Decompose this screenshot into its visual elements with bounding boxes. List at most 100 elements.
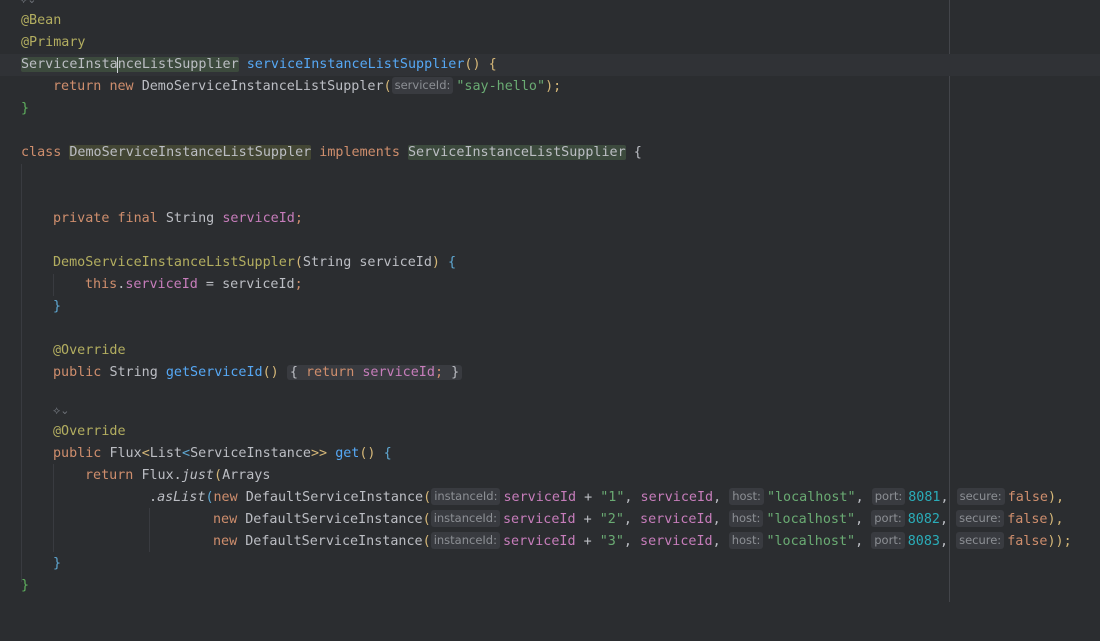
- field-name: serviceId: [362, 365, 435, 380]
- parens: (): [464, 57, 481, 72]
- method-name: getServiceId: [165, 365, 263, 380]
- paren: );: [545, 79, 562, 94]
- brace: }: [53, 299, 62, 314]
- type-name: DefaultServiceInstance: [245, 512, 423, 527]
- code-line[interactable]: @Override: [0, 421, 1100, 443]
- code-line[interactable]: @Primary: [0, 32, 1100, 54]
- number-literal: 8083: [907, 534, 940, 549]
- code-line[interactable]: }: [0, 98, 1100, 120]
- operator: +: [575, 512, 600, 527]
- angle: <: [141, 446, 150, 461]
- parameter-hint: secure:: [956, 532, 1005, 549]
- parameter-hint: instanceId:: [430, 532, 500, 549]
- paren: (: [383, 79, 392, 94]
- keyword: return: [53, 79, 102, 94]
- code-line[interactable]: class DemoServiceInstanceListSuppler imp…: [0, 142, 1100, 164]
- keyword: class: [21, 145, 62, 160]
- type-name: Arrays: [222, 468, 271, 483]
- comma: ,: [855, 490, 872, 505]
- paren: (: [294, 255, 303, 270]
- parameter-hint: port:: [871, 510, 905, 527]
- keyword: false: [1007, 490, 1048, 505]
- code-line[interactable]: }: [0, 575, 1100, 597]
- brace: {: [633, 145, 642, 160]
- keyword: final: [117, 211, 158, 226]
- code-line[interactable]: public Flux<List<ServiceInstance>> get()…: [0, 443, 1100, 465]
- code-line[interactable]: @Bean: [0, 10, 1100, 32]
- parameter-hint: serviceId:: [391, 77, 454, 94]
- angle: <: [182, 446, 191, 461]
- method-name: get: [335, 446, 360, 461]
- string-literal: "localhost": [766, 512, 856, 527]
- text-caret: [117, 57, 118, 73]
- keyword: false: [1007, 534, 1048, 549]
- comma: ,: [713, 490, 730, 505]
- code-editor[interactable]: ⟡⌄ ⟡⌄ @Bean @Primary ServiceInstanceList…: [0, 0, 1100, 602]
- code-line[interactable]: public String getServiceId() { return se…: [0, 362, 1100, 384]
- code-line[interactable]: }: [0, 296, 1100, 318]
- operator: +: [575, 534, 600, 549]
- number-literal: 8081: [908, 490, 941, 505]
- keyword: implements: [319, 145, 400, 160]
- parens: (): [262, 365, 279, 380]
- comma: ,: [855, 512, 872, 527]
- parameter-name: serviceId: [222, 277, 295, 292]
- comma: ,: [623, 512, 641, 527]
- parameter-hint: port:: [871, 488, 906, 505]
- class-name: DemoServiceInstanceListSuppler: [69, 145, 312, 160]
- type-name: DefaultServiceInstance: [245, 534, 423, 549]
- paren: (: [422, 534, 431, 549]
- code-line[interactable]: new DefaultServiceInstance(instanceId: se…: [0, 531, 1100, 553]
- code-line[interactable]: return new DemoServiceInstanceListSupple…: [0, 76, 1100, 98]
- annotation: @Bean: [21, 13, 62, 28]
- chevron-down-icon[interactable]: ⌄: [27, 0, 36, 6]
- semicolon: ;: [294, 277, 303, 292]
- type-name: String: [302, 255, 352, 270]
- annotation: @Override: [53, 424, 126, 439]
- type-name: Flux.: [141, 468, 182, 483]
- type-name: String: [109, 365, 158, 380]
- generic-method-icon[interactable]: ⟡⌄: [53, 404, 70, 418]
- code-line-current[interactable]: ServiceInstanceListSupplier serviceInsta…: [0, 54, 1100, 76]
- type-name: ServiceInstance: [190, 446, 311, 461]
- comma: ,: [939, 534, 957, 549]
- code-line[interactable]: @Override: [0, 340, 1100, 362]
- code-line[interactable]: return Flux.just(Arrays: [0, 465, 1100, 487]
- annotation: @Override: [53, 343, 126, 358]
- keyword: this: [85, 277, 118, 292]
- code-line[interactable]: .asList(new DefaultServiceInstance(insta…: [0, 487, 1100, 509]
- code-line[interactable]: this.serviceId = serviceId;: [0, 274, 1100, 296]
- paren: ),: [1048, 490, 1065, 505]
- field-name: serviceId: [502, 512, 576, 527]
- comma: ,: [712, 534, 729, 549]
- parameter-name: serviceId: [359, 255, 432, 270]
- semicolon: ;: [434, 365, 443, 380]
- folded-body[interactable]: { return serviceId; }: [286, 365, 463, 380]
- brace: {: [289, 365, 298, 380]
- parameter-hint: secure:: [956, 488, 1005, 505]
- parameter-hint: secure:: [956, 510, 1005, 527]
- parens: (): [359, 446, 376, 461]
- brace: }: [21, 578, 30, 593]
- comma: ,: [624, 490, 641, 505]
- comma: ,: [623, 534, 641, 549]
- operator: +: [576, 490, 601, 505]
- generic-method-icon[interactable]: ⟡⌄: [20, 0, 37, 7]
- method-call: just: [181, 468, 214, 483]
- chevron-down-icon[interactable]: ⌄: [60, 404, 69, 417]
- number-literal: 8082: [907, 512, 940, 527]
- keyword: return: [305, 365, 355, 380]
- annotation: @Primary: [21, 35, 86, 50]
- brace: }: [21, 101, 30, 116]
- constructor-name: DemoServiceInstanceListSuppler: [53, 255, 295, 270]
- parameter-hint: host:: [728, 510, 764, 527]
- code-line[interactable]: }: [0, 553, 1100, 575]
- field-name: serviceId: [125, 277, 198, 292]
- paren: (: [423, 490, 432, 505]
- code-line[interactable]: new DefaultServiceInstance(instanceId: se…: [0, 509, 1100, 531]
- code-line[interactable]: DemoServiceInstanceListSuppler(String se…: [0, 252, 1100, 274]
- field-name: serviceId: [222, 211, 295, 226]
- parameter-hint: port:: [871, 532, 905, 549]
- string-literal: "say-hello": [456, 79, 546, 94]
- code-line[interactable]: private final String serviceId;: [0, 208, 1100, 230]
